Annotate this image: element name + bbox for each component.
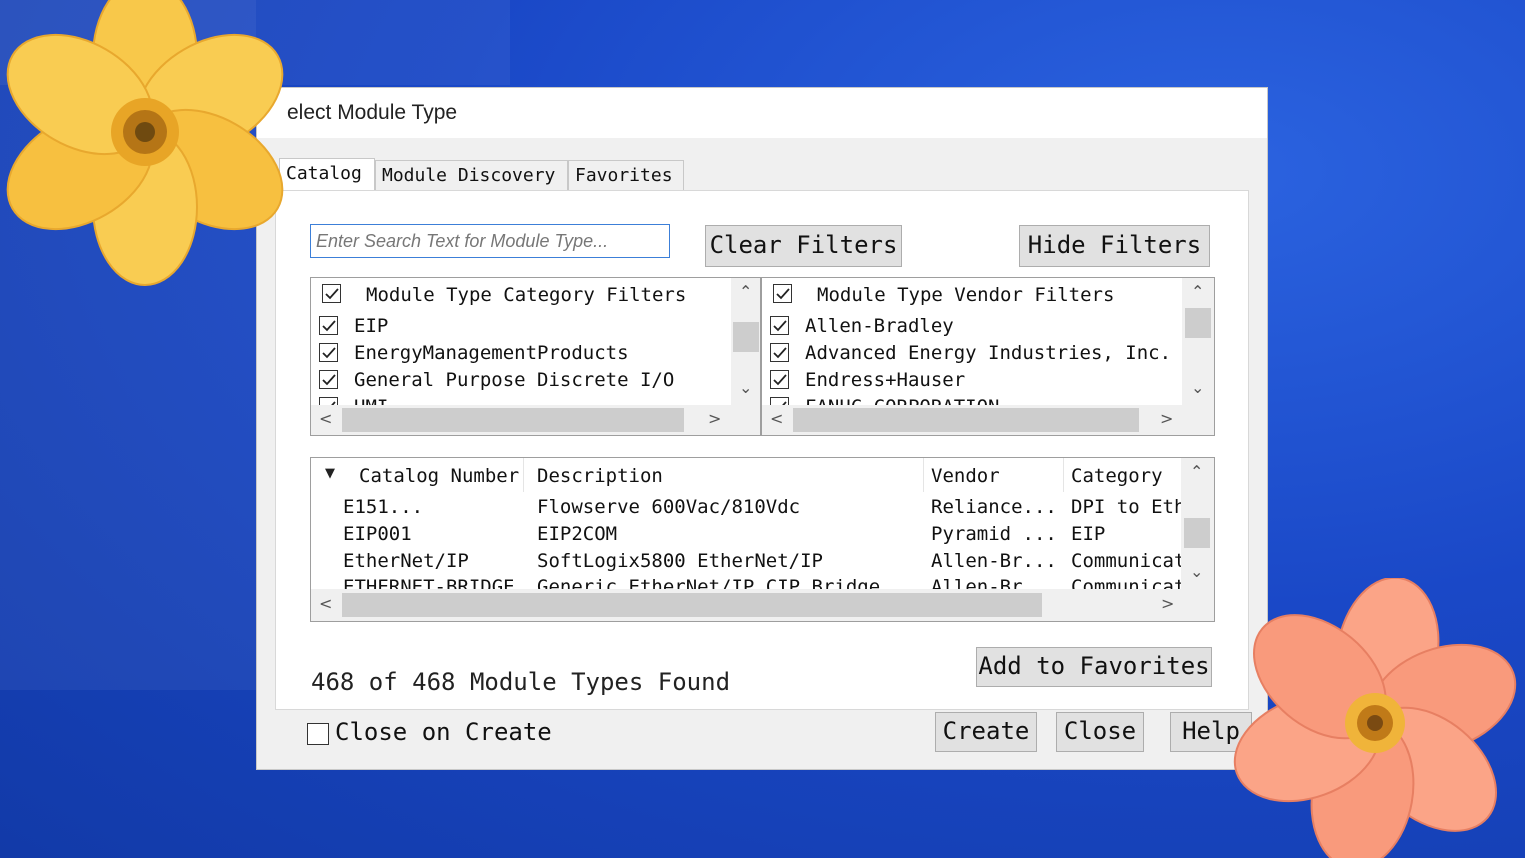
category-header-checkbox[interactable] [322, 284, 341, 303]
vendor-item: Endress+Hauser [805, 369, 966, 391]
scroll-thumb[interactable] [342, 593, 1042, 617]
table-vscrollbar[interactable]: ⌃ ⌄ [1181, 458, 1214, 589]
scroll-down-icon[interactable]: ⌄ [1190, 562, 1203, 581]
vendor-item: Advanced Energy Industries, Inc. [805, 342, 1172, 364]
category-checkbox[interactable] [319, 370, 338, 389]
catalog-panel [275, 190, 1249, 710]
tab-module-discovery[interactable]: Module Discovery [375, 160, 568, 190]
column-label: Vendor [931, 465, 1000, 487]
select-module-type-dialog: elect Module Type Catalog Module Discove… [256, 87, 1268, 770]
vendor-hscrollbar[interactable]: < > [762, 405, 1214, 435]
column-header-category[interactable]: Category [1063, 458, 1181, 492]
scroll-left-icon[interactable]: < [770, 409, 783, 428]
module-types-found-status: 468 of 468 Module Types Found [311, 668, 731, 696]
scroll-left-icon[interactable]: < [319, 409, 332, 428]
yellow-flower-decoration [6, 0, 284, 286]
category-item: EIP [354, 315, 389, 337]
scroll-right-icon[interactable]: > [708, 409, 721, 428]
table-cell: EIP2COM [537, 523, 618, 545]
table-cell: EIP [1071, 523, 1106, 545]
close-button[interactable]: Close [1056, 712, 1144, 752]
category-item: EnergyManagementProducts [354, 342, 629, 364]
table-cell: EIP001 [343, 523, 412, 545]
add-to-favorites-button[interactable]: Add to Favorites [976, 647, 1212, 687]
category-filters-list[interactable]: Module Type Category Filters EIP EnergyM… [310, 277, 761, 436]
tab-module-discovery-label: Module Discovery [382, 165, 556, 186]
category-hscrollbar[interactable]: < > [311, 405, 760, 435]
close-label: Close [1063, 717, 1137, 745]
pink-flower-decoration [1233, 578, 1517, 858]
clear-filters-button[interactable]: Clear Filters [705, 225, 902, 267]
dialog-title: elect Module Type [287, 101, 458, 124]
create-button[interactable]: Create [935, 712, 1037, 752]
scroll-right-icon[interactable]: > [1160, 409, 1173, 428]
scroll-thumb[interactable] [1185, 308, 1211, 338]
table-cell: Communicat [1071, 550, 1181, 572]
vendor-item: Allen-Bradley [805, 315, 954, 337]
vendor-checkbox[interactable] [770, 370, 789, 389]
category-checkbox[interactable] [319, 343, 338, 362]
table-cell: Allen-Br... [931, 550, 1057, 572]
column-header-catalog-number[interactable]: ▼ Catalog Number [311, 458, 524, 492]
category-vscrollbar[interactable]: ⌃ ⌄ [731, 278, 760, 405]
column-header-description[interactable]: Description [523, 458, 924, 492]
scroll-left-icon[interactable]: < [319, 594, 332, 613]
clear-filters-label: Clear Filters [709, 231, 898, 259]
table-cell: Pyramid ... [931, 523, 1057, 545]
table-cell: Reliance... [931, 496, 1057, 518]
scroll-down-icon[interactable]: ⌄ [1191, 378, 1204, 397]
vendor-vscrollbar[interactable]: ⌃ ⌄ [1182, 278, 1214, 405]
scroll-thumb[interactable] [342, 408, 684, 432]
scroll-up-icon[interactable]: ⌃ [1191, 282, 1204, 301]
hide-filters-label: Hide Filters [1027, 231, 1202, 259]
table-cell: E151... [343, 496, 424, 518]
sort-descending-icon: ▼ [325, 466, 335, 481]
search-input[interactable]: Enter Search Text for Module Type... [310, 224, 670, 258]
column-label: Catalog Number [359, 465, 520, 487]
vendor-checkbox[interactable] [770, 343, 789, 362]
category-item: General Purpose Discrete I/O [354, 369, 675, 391]
title-bar: elect Module Type [257, 88, 1267, 138]
table-cell: Flowserve 600Vac/810Vdc [537, 496, 801, 518]
close-on-create-checkbox[interactable] [307, 723, 329, 745]
vendor-checkbox[interactable] [770, 316, 789, 335]
tab-favorites-label: Favorites [575, 165, 673, 186]
module-type-table[interactable]: ▼ Catalog Number Description Vendor Cate… [310, 457, 1215, 622]
table-cell: DPI to Eth [1071, 496, 1181, 518]
vendor-filters-header: Module Type Vendor Filters [817, 284, 1115, 306]
scroll-up-icon[interactable]: ⌃ [1190, 462, 1203, 481]
vendor-header-checkbox[interactable] [773, 284, 792, 303]
scroll-right-icon[interactable]: > [1161, 594, 1174, 613]
scroll-thumb[interactable] [1184, 518, 1210, 548]
column-label: Category [1071, 465, 1163, 487]
create-label: Create [942, 717, 1030, 745]
tab-favorites[interactable]: Favorites [568, 160, 684, 190]
hide-filters-button[interactable]: Hide Filters [1019, 225, 1210, 267]
table-cell: EtherNet/IP [343, 550, 469, 572]
category-checkbox[interactable] [319, 316, 338, 335]
vendor-filters-list[interactable]: Module Type Vendor Filters Allen-Bradley… [761, 277, 1215, 436]
scroll-thumb[interactable] [733, 322, 759, 352]
column-label: Description [537, 465, 663, 487]
column-header-vendor[interactable]: Vendor [923, 458, 1064, 492]
scroll-up-icon[interactable]: ⌃ [739, 282, 752, 301]
close-on-create-label: Close on Create [335, 718, 552, 746]
scroll-down-icon[interactable]: ⌄ [739, 378, 752, 397]
scroll-thumb[interactable] [793, 408, 1139, 432]
category-filters-header: Module Type Category Filters [366, 284, 687, 306]
table-cell: SoftLogix5800 EtherNet/IP [537, 550, 823, 572]
table-hscrollbar[interactable]: < > [311, 589, 1214, 621]
add-to-favorites-label: Add to Favorites [978, 652, 1210, 680]
